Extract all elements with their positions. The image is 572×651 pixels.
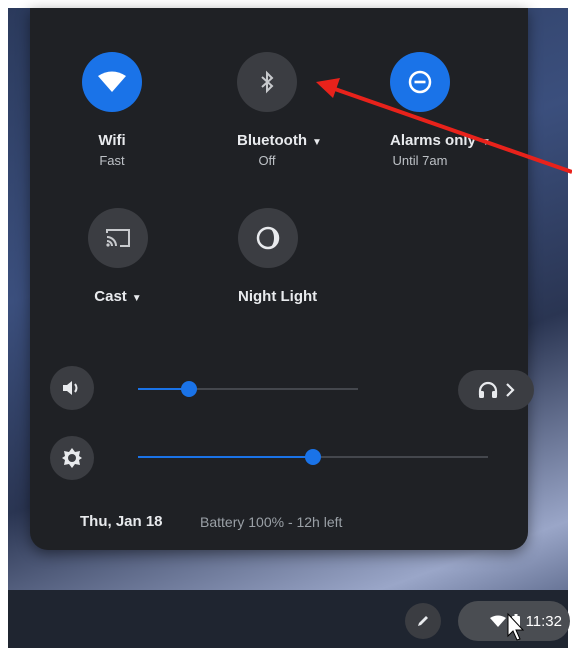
- audio-settings-button[interactable]: [458, 370, 534, 410]
- mute-button[interactable]: [50, 366, 94, 410]
- bluetooth-label: Bluetooth ▼: [237, 132, 322, 149]
- quick-settings-panel: Wifi Fast Bluetooth ▼ Off Alarms only ▼ Un…: [30, 8, 534, 550]
- brightness-slider-thumb[interactable]: [305, 449, 321, 465]
- brightness-icon: [62, 448, 82, 468]
- night-light-label: Night Light: [238, 288, 318, 305]
- wifi-status-icon: [489, 615, 506, 627]
- bluetooth-toggle[interactable]: Bluetooth ▼ Off: [237, 52, 322, 168]
- do-not-disturb-icon: [408, 70, 432, 94]
- cast-toggle-button[interactable]: [88, 208, 148, 268]
- do-not-disturb-toggle-button[interactable]: [390, 52, 450, 112]
- do-not-disturb-toggle[interactable]: Alarms only ▼ Until 7am: [390, 52, 491, 168]
- battery-icon: [511, 614, 520, 628]
- bluetooth-dropdown-caret-icon[interactable]: ▼: [312, 137, 322, 148]
- alarms-label: Alarms only ▼: [390, 132, 491, 149]
- wifi-icon: [98, 71, 126, 92]
- brightness-slider[interactable]: [138, 449, 488, 465]
- cast-label-text: Cast: [94, 288, 127, 305]
- alarms-label-text: Alarms only: [390, 132, 476, 149]
- cast-dropdown-caret-icon[interactable]: ▼: [132, 293, 142, 304]
- cast-icon: [106, 229, 130, 247]
- wifi-label: Wifi: [98, 132, 126, 149]
- pen-icon: [418, 616, 428, 626]
- night-light-toggle[interactable]: Night Light: [238, 208, 318, 305]
- headphones-icon: [478, 381, 497, 398]
- volume-slider-thumb[interactable]: [180, 381, 197, 397]
- alarms-dropdown-caret-icon[interactable]: ▼: [481, 137, 491, 148]
- wifi-toggle[interactable]: Wifi Fast: [82, 52, 142, 168]
- bluetooth-label-text: Bluetooth: [237, 132, 307, 149]
- brightness-slider-fill: [138, 456, 313, 458]
- cast-label: Cast ▼: [88, 288, 148, 305]
- bluetooth-status: Off: [258, 153, 276, 168]
- bluetooth-icon: [261, 70, 274, 94]
- brightness-button: [50, 436, 94, 480]
- speaker-icon: [63, 381, 78, 395]
- stylus-tools-button[interactable]: [405, 603, 441, 639]
- cast-toggle[interactable]: Cast ▼: [88, 208, 148, 305]
- wifi-status: Fast: [99, 153, 125, 168]
- chevron-right-icon: [505, 383, 515, 397]
- alarms-status: Until 7am: [392, 153, 448, 168]
- status-tray[interactable]: 11:32: [458, 601, 570, 641]
- date-label[interactable]: Thu, Jan 18: [80, 513, 163, 530]
- volume-slider[interactable]: [138, 381, 358, 397]
- wifi-toggle-button[interactable]: [82, 52, 142, 112]
- battery-status: Battery 100% - 12h left: [200, 514, 343, 530]
- night-light-toggle-button[interactable]: [238, 208, 298, 268]
- clock-time: 11:32: [525, 612, 562, 630]
- night-light-icon: [256, 226, 280, 250]
- bluetooth-toggle-button[interactable]: [237, 52, 297, 112]
